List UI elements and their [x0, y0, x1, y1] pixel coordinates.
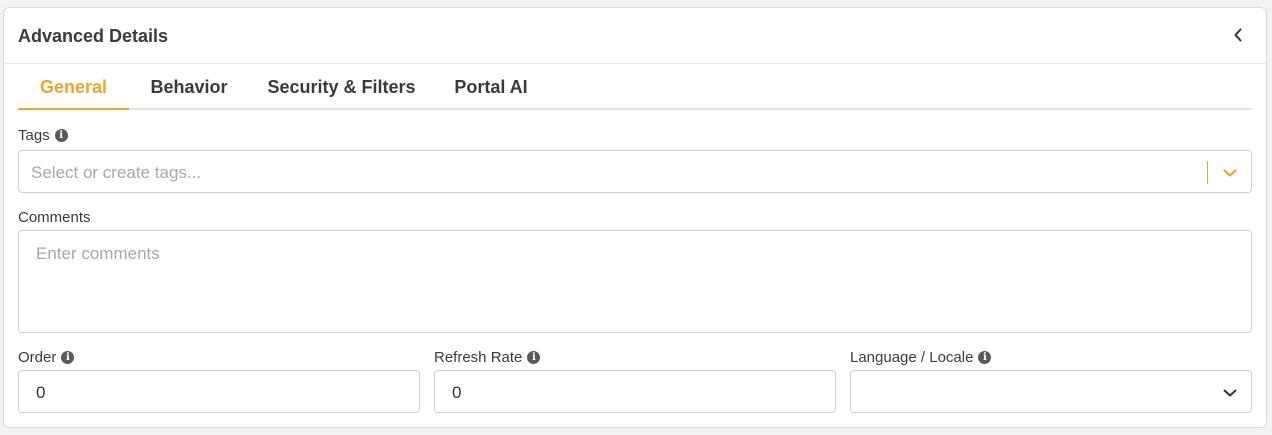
tags-label-group: Tags i	[18, 127, 68, 144]
chevron-down-icon[interactable]	[1221, 384, 1239, 402]
advanced-details-panel: Advanced Details General Behavior Securi…	[3, 7, 1267, 428]
tags-divider	[1207, 161, 1208, 184]
refresh-rate-input[interactable]: 0	[434, 370, 836, 413]
panel-title: Advanced Details	[18, 26, 169, 46]
order-label: Order	[18, 349, 57, 366]
info-icon[interactable]: i	[978, 351, 992, 364]
order-input[interactable]: 0	[18, 370, 420, 413]
info-icon[interactable]: i	[61, 351, 75, 364]
tab-bar: General Behavior Security & Filters Port…	[18, 64, 1252, 110]
order-value: 0	[36, 383, 46, 402]
tags-placeholder: Select or create tags...	[31, 163, 202, 182]
tags-select[interactable]: Select or create tags...	[18, 150, 1252, 193]
refresh-rate-label: Refresh Rate	[434, 349, 523, 366]
collapse-button[interactable]	[1230, 25, 1246, 45]
tab-security-filters[interactable]: Security & Filters	[262, 64, 421, 110]
tab-general[interactable]: General	[18, 64, 129, 110]
comments-textarea[interactable]: Enter comments	[18, 230, 1252, 333]
language-locale-label: Language / Locale	[850, 349, 974, 366]
language-locale-select[interactable]	[850, 370, 1252, 413]
tags-label: Tags	[18, 127, 50, 144]
tab-behavior[interactable]: Behavior	[140, 64, 238, 110]
tab-portal-ai[interactable]: Portal AI	[446, 64, 536, 110]
info-icon[interactable]: i	[527, 351, 541, 364]
info-icon[interactable]: i	[54, 129, 68, 142]
refresh-rate-value: 0	[452, 383, 462, 402]
order-label-group: Order i	[18, 349, 75, 366]
language-locale-label-group: Language / Locale i	[850, 349, 992, 366]
chevron-left-icon	[1234, 28, 1242, 42]
comments-label-group: Comments	[18, 209, 91, 226]
chevron-down-icon[interactable]	[1221, 164, 1239, 182]
comments-label: Comments	[18, 209, 91, 226]
comments-placeholder: Enter comments	[36, 244, 160, 263]
refresh-rate-label-group: Refresh Rate i	[434, 349, 541, 366]
panel-header: Advanced Details	[4, 8, 1266, 64]
